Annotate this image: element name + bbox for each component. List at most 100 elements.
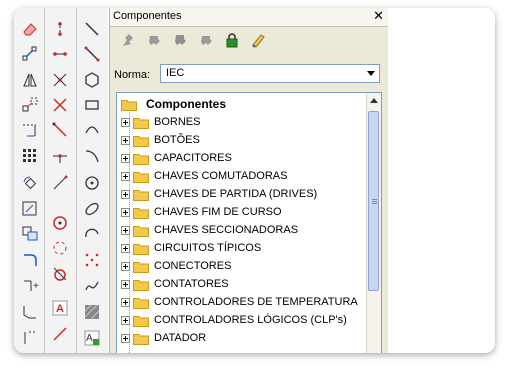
disabled-component-2-icon[interactable] bbox=[144, 30, 164, 50]
move-icon[interactable] bbox=[20, 44, 40, 64]
tree-item-label: CONECTORES bbox=[154, 260, 232, 272]
draw-toolbar-3: A bbox=[77, 8, 108, 353]
ellipse-icon[interactable] bbox=[82, 199, 102, 219]
circle-icon[interactable] bbox=[82, 173, 102, 193]
tree-item[interactable]: CONTROLADORES DE TEMPERATURA bbox=[121, 294, 358, 310]
svg-text:+: + bbox=[33, 281, 39, 292]
expand-icon[interactable] bbox=[121, 225, 130, 235]
polygon-circle-icon[interactable] bbox=[50, 238, 70, 258]
panel-title: Componentes bbox=[113, 10, 182, 22]
tree-item[interactable]: DATADOR bbox=[121, 330, 206, 346]
expand-icon[interactable] bbox=[121, 189, 130, 199]
insert-text-icon[interactable]: A bbox=[82, 328, 102, 348]
partial-ellipse-icon[interactable] bbox=[82, 224, 102, 244]
drawing-area[interactable] bbox=[388, 8, 495, 353]
polygon-icon[interactable] bbox=[82, 70, 102, 90]
text-icon[interactable]: A bbox=[50, 298, 70, 318]
tangent-circle-icon[interactable] bbox=[50, 264, 70, 284]
scale-icon[interactable] bbox=[20, 95, 40, 115]
tree-item-label: DATADOR bbox=[154, 332, 207, 344]
expand-icon[interactable] bbox=[121, 207, 130, 217]
expand-icon[interactable] bbox=[121, 315, 130, 325]
spline-icon[interactable] bbox=[82, 146, 102, 166]
folder-icon bbox=[133, 332, 149, 345]
fillet-icon[interactable] bbox=[20, 250, 40, 270]
expand-icon[interactable] bbox=[121, 297, 130, 307]
chamfer-icon[interactable] bbox=[20, 302, 40, 322]
tee-node-icon[interactable] bbox=[50, 146, 70, 166]
lock-icon[interactable] bbox=[222, 30, 242, 50]
norma-select[interactable]: IEC bbox=[160, 64, 380, 83]
folder-icon bbox=[133, 224, 149, 237]
close-icon[interactable]: ✕ bbox=[373, 8, 384, 24]
tree-item[interactable]: CHAVES COMUTADORAS bbox=[121, 168, 287, 184]
tree-item[interactable]: CHAVES SECCIONADORAS bbox=[121, 222, 298, 238]
extend-icon[interactable]: + bbox=[20, 276, 40, 296]
edit-pen-icon[interactable] bbox=[248, 30, 268, 50]
folder-icon bbox=[133, 242, 149, 255]
array-icon[interactable] bbox=[20, 146, 40, 166]
revision-cloud-icon[interactable] bbox=[82, 276, 102, 296]
tree-scrollbar[interactable] bbox=[366, 93, 381, 353]
folder-icon bbox=[133, 170, 149, 183]
stretch-icon[interactable] bbox=[20, 199, 40, 219]
hatch-icon[interactable] bbox=[82, 302, 102, 322]
arc-icon[interactable] bbox=[82, 120, 102, 140]
chevron-down-icon[interactable] bbox=[367, 71, 375, 76]
tree-item[interactable]: CONECTORES bbox=[121, 258, 231, 274]
horizontal-connection-icon[interactable] bbox=[50, 44, 70, 64]
tree-item[interactable]: CHAVES FIM DE CURSO bbox=[121, 204, 282, 220]
cross-node-icon[interactable] bbox=[50, 70, 70, 90]
expand-icon[interactable] bbox=[121, 135, 130, 145]
disabled-component-icon[interactable] bbox=[118, 30, 138, 50]
scrollbar-thumb[interactable] bbox=[368, 111, 379, 291]
tree-item[interactable]: CONTATORES bbox=[121, 276, 229, 292]
line-icon[interactable] bbox=[82, 19, 102, 39]
tree-item-label: CHAVES COMUTADORAS bbox=[154, 170, 288, 182]
offset-icon[interactable] bbox=[20, 224, 40, 244]
panel-titlebar: Componentes ✕ bbox=[110, 8, 388, 27]
vertical-connection-icon[interactable] bbox=[50, 19, 70, 39]
rotate-icon[interactable] bbox=[20, 173, 40, 193]
tree-item[interactable]: CIRCUITOS TÍPICOS bbox=[121, 240, 261, 256]
angled-line-icon[interactable] bbox=[50, 173, 70, 193]
expand-icon[interactable] bbox=[121, 279, 130, 289]
eraser-icon[interactable] bbox=[20, 19, 40, 39]
tree-item-label: BOTÕES bbox=[154, 134, 200, 146]
component-tree[interactable]: Componentes BORNES BOTÕES CAPACITORES CH… bbox=[116, 92, 382, 353]
break-icon[interactable] bbox=[20, 328, 40, 348]
expand-icon[interactable] bbox=[121, 171, 130, 181]
expand-icon[interactable] bbox=[121, 117, 130, 127]
tree-item[interactable]: BORNES bbox=[121, 114, 200, 130]
tree-item[interactable]: CONTROLADORES LÓGICOS (CLP's) bbox=[121, 312, 347, 328]
tree-item-label: BORNES bbox=[154, 116, 201, 128]
tree-item[interactable]: CAPACITORES bbox=[121, 150, 232, 166]
folder-icon bbox=[133, 188, 149, 201]
rectangle-icon[interactable] bbox=[82, 95, 102, 115]
expand-icon[interactable] bbox=[121, 333, 130, 343]
intersection-icon[interactable] bbox=[50, 95, 70, 115]
norma-select-value: IEC bbox=[166, 67, 185, 79]
polyline-icon[interactable] bbox=[82, 44, 102, 64]
norma-label: Norma: bbox=[114, 69, 151, 81]
svg-text:A: A bbox=[56, 303, 64, 315]
disabled-component-4-icon[interactable] bbox=[196, 30, 216, 50]
tree-item-label: CHAVES DE PARTIDA (DRIVES) bbox=[154, 188, 318, 200]
disabled-component-3-icon[interactable] bbox=[170, 30, 190, 50]
expand-icon[interactable] bbox=[121, 243, 130, 253]
tree-root[interactable]: Componentes bbox=[121, 96, 226, 112]
mirror-icon[interactable] bbox=[20, 70, 40, 90]
trim-icon[interactable] bbox=[20, 120, 40, 140]
draw-toolbar-2: A bbox=[45, 8, 76, 353]
tree-item[interactable]: CHAVES DE PARTIDA (DRIVES) bbox=[121, 186, 317, 202]
expand-icon[interactable] bbox=[121, 261, 130, 271]
diagonal-line-icon[interactable] bbox=[50, 120, 70, 140]
expand-icon[interactable] bbox=[121, 153, 130, 163]
circle-point-icon[interactable] bbox=[50, 213, 70, 233]
componentes-panel: Componentes ✕ Norma: IEC Componentes BOR… bbox=[109, 8, 389, 353]
points-icon[interactable] bbox=[82, 250, 102, 270]
leader-line-icon[interactable] bbox=[50, 324, 70, 344]
tree-item[interactable]: BOTÕES bbox=[121, 132, 200, 148]
folder-icon bbox=[133, 260, 149, 273]
scroll-up-icon[interactable] bbox=[370, 98, 378, 103]
